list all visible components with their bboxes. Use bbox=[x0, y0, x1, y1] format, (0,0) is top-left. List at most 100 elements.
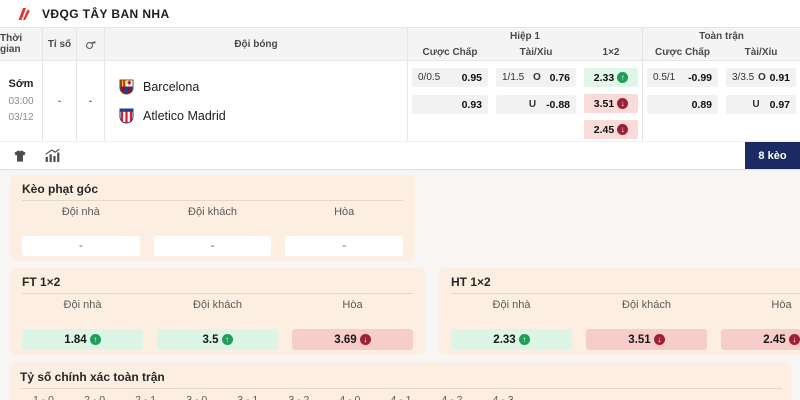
score-column: 4 - 2 33↓ 79↑ bbox=[429, 394, 476, 400]
column-score: Tỉ số bbox=[43, 28, 77, 60]
column-ou-ft: Tài/Xỉu bbox=[722, 44, 800, 60]
score-label: 3 - 1 bbox=[224, 394, 271, 400]
odds-value: -0.88 bbox=[546, 99, 570, 111]
ft-home-odds[interactable]: 1.84 ↑ bbox=[22, 329, 143, 350]
match-time: Sớm 03:00 03/12 bbox=[0, 61, 43, 141]
odds-value: 3.51 bbox=[594, 98, 614, 110]
ft-handicap-away-odds[interactable]: 0.89 bbox=[647, 95, 718, 114]
score-column: 4 - 3 69 114↑ bbox=[480, 394, 527, 400]
match-score: - bbox=[43, 61, 77, 141]
home-label: Đội nhà bbox=[451, 294, 572, 315]
h1-1x2-away-odds[interactable]: 3.51 ↓ bbox=[584, 94, 638, 113]
down-arrow-icon: ↓ bbox=[654, 334, 665, 345]
score-label: 4 - 1 bbox=[377, 394, 424, 400]
laliga-logo-icon bbox=[14, 5, 32, 23]
odds-value: 0.89 bbox=[692, 99, 712, 111]
h1-handicap-away-odds[interactable]: 0.93 bbox=[412, 95, 488, 114]
away-team-row[interactable]: Atletico Madrid bbox=[119, 108, 226, 124]
draw-score-column: 3 - 3 37 bbox=[684, 394, 731, 400]
column-handicap-ft: Cược Chấp bbox=[642, 44, 722, 60]
ft-under-odds[interactable]: U 0.97 bbox=[726, 95, 796, 114]
column-ou-h1: Tài/Xỉu bbox=[492, 44, 580, 60]
ft-over-odds[interactable]: 3/3.5 O 0.91 bbox=[726, 68, 796, 87]
h1-1x2-cell: 2.33 ↑ 3.51 ↓ 2.45 ↓ bbox=[580, 61, 642, 141]
ft-handicap-cell: 0.5/1 -0.99 0.89 bbox=[642, 61, 722, 141]
draw-label: Hòa bbox=[285, 201, 403, 222]
score-label: 2 - 0 bbox=[71, 394, 118, 400]
group-first-half: Hiệp 1 bbox=[408, 28, 642, 44]
score-column: 3 - 0 18↓ 59↑ bbox=[173, 394, 220, 400]
home-label: Đội nhà bbox=[22, 201, 140, 222]
home-label: Đội nhà bbox=[22, 294, 143, 315]
ft-ou-cell: 3/3.5 O 0.91 U 0.97 bbox=[722, 61, 800, 141]
corner-draw-odds[interactable]: - bbox=[285, 236, 403, 256]
h1-1x2-draw-odds[interactable]: 2.45 ↓ bbox=[584, 120, 638, 139]
jersey-icon[interactable] bbox=[12, 149, 28, 163]
draw-label: Hòa bbox=[721, 294, 800, 315]
column-team: Đội bóng bbox=[105, 28, 408, 60]
ft-draw-odds[interactable]: 3.69 ↓ bbox=[292, 329, 413, 350]
score-column: 2 - 0 11.5↓ 25↑ bbox=[71, 394, 118, 400]
correct-score-grid: 1 - 0 11↓ 16.5↑ 2 - 0 11.5↓ 25↑ 2 - 1 7.… bbox=[20, 394, 782, 400]
h1-handicap-cell: 0/0.5 0.95 0.93 bbox=[408, 61, 492, 141]
home-team-row[interactable]: Barcelona bbox=[119, 79, 199, 95]
handicap-line: 0.5/1 bbox=[653, 72, 675, 83]
ht-away-odds[interactable]: 3.51 ↓ bbox=[586, 329, 707, 350]
score-label: 3 - 0 bbox=[173, 394, 220, 400]
column-stat-icon bbox=[77, 28, 105, 60]
under-label: U bbox=[752, 99, 759, 110]
odds-value: 2.33 bbox=[493, 334, 515, 346]
match-kickoff-time: 03:00 bbox=[8, 94, 33, 111]
correct-score-card: Tỷ số chính xác toàn trận 1 - 0 11↓ 16.5… bbox=[10, 362, 792, 400]
ou-line: 1/1.5 bbox=[502, 72, 524, 83]
column-handicap-h1: Cược Chấp bbox=[408, 44, 492, 60]
stats-chart-icon[interactable] bbox=[44, 149, 61, 163]
up-arrow-icon: ↑ bbox=[90, 334, 101, 345]
odds-value: 0.95 bbox=[462, 72, 482, 84]
ht-1x2-card: HT 1×2 Đội nhà Đội khách Hòa 2.33 ↑ 3.51… bbox=[439, 268, 800, 355]
h1-over-odds[interactable]: 1/1.5 O 0.76 bbox=[496, 68, 576, 87]
ft-handicap-home-odds[interactable]: 0.5/1 -0.99 bbox=[647, 68, 718, 87]
h1-under-odds[interactable]: U -0.88 bbox=[496, 95, 576, 114]
bets-count-button[interactable]: 8 kèo bbox=[745, 142, 800, 169]
barcelona-crest-icon bbox=[119, 79, 134, 95]
up-arrow-icon: ↑ bbox=[617, 72, 628, 83]
h1-1x2-home-odds[interactable]: 2.33 ↑ bbox=[584, 68, 638, 87]
odds-table-header: Thời gian Tỉ số Đội bóng Hiệp 1 Toàn trậ… bbox=[0, 28, 800, 61]
score-column: 3 - 2 15.5 25↑ bbox=[275, 394, 322, 400]
h1-handicap-home-odds[interactable]: 0/0.5 0.95 bbox=[412, 68, 488, 87]
group-full-time: Toàn trận bbox=[642, 28, 800, 44]
draw-score-column: 1 - 1 7.2↑ bbox=[582, 394, 629, 400]
score-column: 3 - 1 11.5↓ 27↑ bbox=[224, 394, 271, 400]
odds-value: 0.93 bbox=[462, 99, 482, 111]
score-label: 1 - 0 bbox=[20, 394, 67, 400]
away-label: Đội khách bbox=[586, 294, 707, 315]
away-label: Đội khách bbox=[157, 294, 278, 315]
score-label: 4 - 3 bbox=[480, 394, 527, 400]
league-title: VĐQG TÂY BAN NHA bbox=[42, 7, 170, 21]
away-label: Đội khách bbox=[154, 201, 272, 222]
corner-home-odds[interactable]: - bbox=[22, 236, 140, 256]
corner-away-odds[interactable]: - bbox=[154, 236, 272, 256]
column-time: Thời gian bbox=[0, 28, 43, 60]
down-arrow-icon: ↓ bbox=[617, 98, 628, 109]
odds-value: -0.99 bbox=[688, 72, 712, 84]
odds-value: 3.5 bbox=[203, 334, 219, 346]
down-arrow-icon: ↓ bbox=[617, 124, 628, 135]
odds-value: 0.97 bbox=[770, 99, 790, 111]
up-arrow-icon: ↑ bbox=[222, 334, 233, 345]
odds-value: 0.76 bbox=[550, 72, 570, 84]
atletico-crest-icon bbox=[119, 108, 134, 124]
ht-draw-odds[interactable]: 2.45 ↓ bbox=[721, 329, 800, 350]
ht-home-odds[interactable]: 2.33 ↑ bbox=[451, 329, 572, 350]
corner-card-title: Kèo phạt góc bbox=[22, 180, 403, 201]
up-arrow-icon: ↑ bbox=[519, 334, 530, 345]
under-label: U bbox=[529, 99, 536, 110]
h1-ou-cell: 1/1.5 O 0.76 U -0.88 bbox=[492, 61, 580, 141]
ft-1x2-card: FT 1×2 Đội nhà Đội khách Hòa 1.84 ↑ 3.5 … bbox=[10, 268, 425, 355]
odds-table: Thời gian Tỉ số Đội bóng Hiệp 1 Toàn trậ… bbox=[0, 28, 800, 170]
odds-value: 3.69 bbox=[334, 334, 356, 346]
ft-away-odds[interactable]: 3.5 ↑ bbox=[157, 329, 278, 350]
draw-label: Hòa bbox=[292, 294, 413, 315]
league-header: VĐQG TÂY BAN NHA bbox=[0, 0, 800, 28]
